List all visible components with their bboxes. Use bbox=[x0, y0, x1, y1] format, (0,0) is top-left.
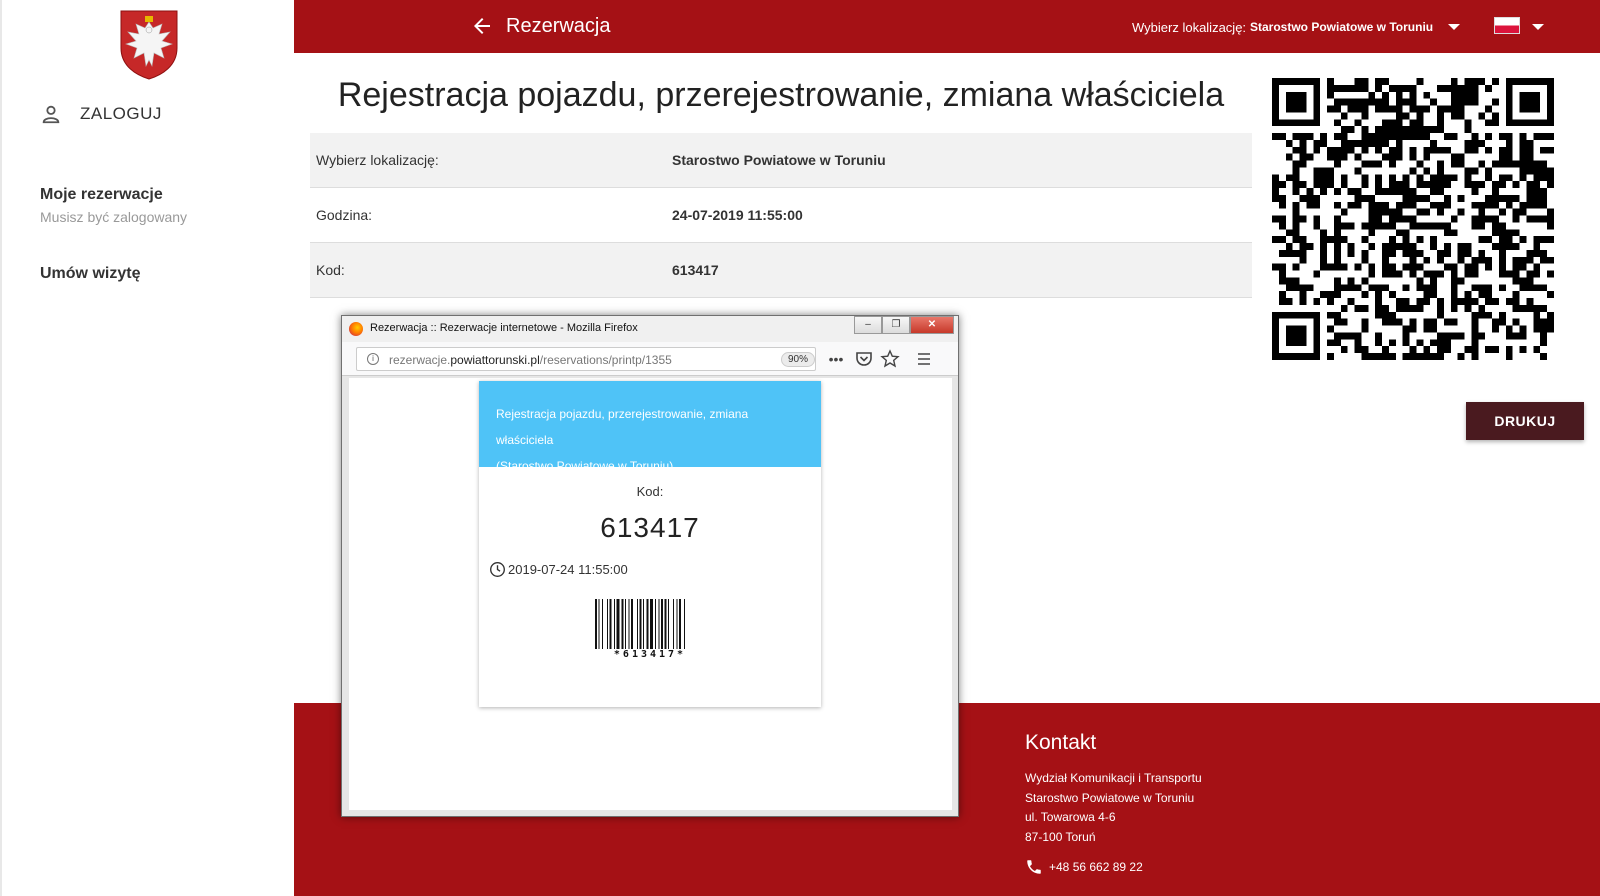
detail-row-location: Wybierz lokalizację: Starostwo Powiatowe… bbox=[310, 133, 1252, 188]
detail-row-code: Kod: 613417 bbox=[310, 243, 1252, 298]
sidebar-item-my-reservations[interactable]: Moje rezerwacje Musisz być zalogowany bbox=[40, 186, 187, 225]
ticket-service: Rejestracja pojazdu, przerejestrowanie, … bbox=[496, 407, 749, 447]
sidebar-item-label: Umów wizytę bbox=[40, 265, 141, 282]
detail-label: Wybierz lokalizację: bbox=[316, 152, 439, 168]
zoom-indicator[interactable]: 90% bbox=[781, 352, 816, 367]
hamburger-menu-icon[interactable] bbox=[914, 349, 934, 369]
location-label: Wybierz lokalizację: bbox=[1132, 20, 1247, 35]
address-line: Wydział Komunikacji i Transportu bbox=[1025, 771, 1202, 785]
pocket-icon[interactable] bbox=[854, 349, 874, 369]
browser-toolbar: i rezerwacje.powiattorunski.pl/reservati… bbox=[342, 342, 958, 376]
barcode-text: *613417* bbox=[613, 649, 687, 660]
polish-flag-icon[interactable] bbox=[1494, 17, 1520, 34]
window-titlebar[interactable]: Rezerwacja :: Rezerwacje internetowe - M… bbox=[342, 316, 958, 342]
close-button[interactable]: ✕ bbox=[910, 316, 954, 334]
barcode bbox=[595, 599, 685, 649]
eagle-crest-logo bbox=[120, 10, 178, 80]
reservation-details: Wybierz lokalizację: Starostwo Powiatowe… bbox=[310, 133, 1252, 298]
footer-heading: Kontakt bbox=[1025, 731, 1097, 754]
ticket-location: (Starostwo Powiatowe w Toruniu) bbox=[496, 459, 674, 473]
sidebar-item-book-visit[interactable]: Umów wizytę bbox=[40, 265, 140, 283]
address-line: 87-100 Toruń bbox=[1025, 829, 1096, 844]
browser-content: Rejestracja pojazdu, przerejestrowanie, … bbox=[349, 378, 952, 810]
chevron-down-icon[interactable] bbox=[1448, 24, 1460, 30]
print-button[interactable]: DRUKUJ bbox=[1466, 402, 1584, 440]
ticket-code: 613417 bbox=[600, 512, 700, 543]
address-line: ul. Towarowa 4-6 bbox=[1025, 810, 1116, 824]
reservation-ticket: Rejestracja pojazdu, przerejestrowanie, … bbox=[479, 381, 821, 707]
phone-icon bbox=[1027, 860, 1041, 874]
detail-row-time: Godzina: 24-07-2019 11:55:00 bbox=[310, 188, 1252, 243]
location-select[interactable]: Starostwo Powiatowe w Toruniu bbox=[1250, 20, 1433, 34]
ticket-datetime-value: 2019-07-24 11:55:00 bbox=[508, 562, 628, 577]
arrow-left-icon[interactable] bbox=[470, 14, 494, 38]
detail-label: Godzina: bbox=[316, 207, 373, 223]
login-button[interactable]: ZALOGUJ bbox=[40, 103, 162, 125]
url-bar[interactable]: i rezerwacje.powiattorunski.pl/reservati… bbox=[356, 347, 816, 371]
firefox-logo-icon bbox=[349, 322, 363, 336]
clock-icon bbox=[490, 562, 505, 577]
ticket-datetime: 2019-07-24 11:55:00 bbox=[489, 561, 628, 578]
ticket-header: Rejestracja pojazdu, przerejestrowanie, … bbox=[479, 381, 821, 473]
footer-phone[interactable]: +48 56 662 89 22 bbox=[1025, 858, 1143, 876]
qr-code bbox=[1272, 78, 1554, 360]
person-icon bbox=[42, 105, 60, 124]
firefox-window[interactable]: Rezerwacja :: Rezerwacje internetowe - M… bbox=[341, 315, 959, 817]
sidebar: ZALOGUJ Moje rezerwacje Musisz być zalog… bbox=[0, 0, 294, 896]
window-title: Rezerwacja :: Rezerwacje internetowe - M… bbox=[370, 322, 638, 334]
phone-number: +48 56 662 89 22 bbox=[1049, 860, 1143, 874]
more-actions-icon[interactable]: ••• bbox=[826, 349, 846, 369]
page-title: Rezerwacja bbox=[506, 15, 611, 37]
info-icon[interactable]: i bbox=[367, 353, 379, 365]
footer-address: Wydział Komunikacji i Transportu Starost… bbox=[1025, 769, 1202, 847]
login-label: ZALOGUJ bbox=[80, 104, 162, 123]
address-line: Starostwo Powiatowe w Toruniu bbox=[1025, 790, 1195, 805]
reservation-title: Rejestracja pojazdu, przerejestrowanie, … bbox=[337, 76, 1225, 114]
star-icon[interactable] bbox=[880, 349, 900, 369]
maximize-button[interactable]: ❐ bbox=[882, 316, 910, 334]
top-bar: Rezerwacja Wybierz lokalizację: Starostw… bbox=[294, 0, 1600, 53]
detail-label: Kod: bbox=[316, 262, 345, 278]
window-controls: ‒ ❐ ✕ bbox=[854, 316, 954, 334]
detail-value: Starostwo Powiatowe w Toruniu bbox=[672, 152, 886, 168]
sidebar-item-label: Moje rezerwacje bbox=[40, 186, 163, 203]
sidebar-item-sublabel: Musisz być zalogowany bbox=[40, 209, 188, 225]
chevron-down-icon[interactable] bbox=[1532, 24, 1544, 30]
url-text: rezerwacje.powiattorunski.pl/reservation… bbox=[389, 353, 672, 367]
minimize-button[interactable]: ‒ bbox=[854, 316, 882, 334]
ticket-code-label: Kod: bbox=[636, 484, 664, 499]
detail-value: 613417 bbox=[672, 262, 719, 278]
detail-value: 24-07-2019 11:55:00 bbox=[672, 207, 803, 223]
